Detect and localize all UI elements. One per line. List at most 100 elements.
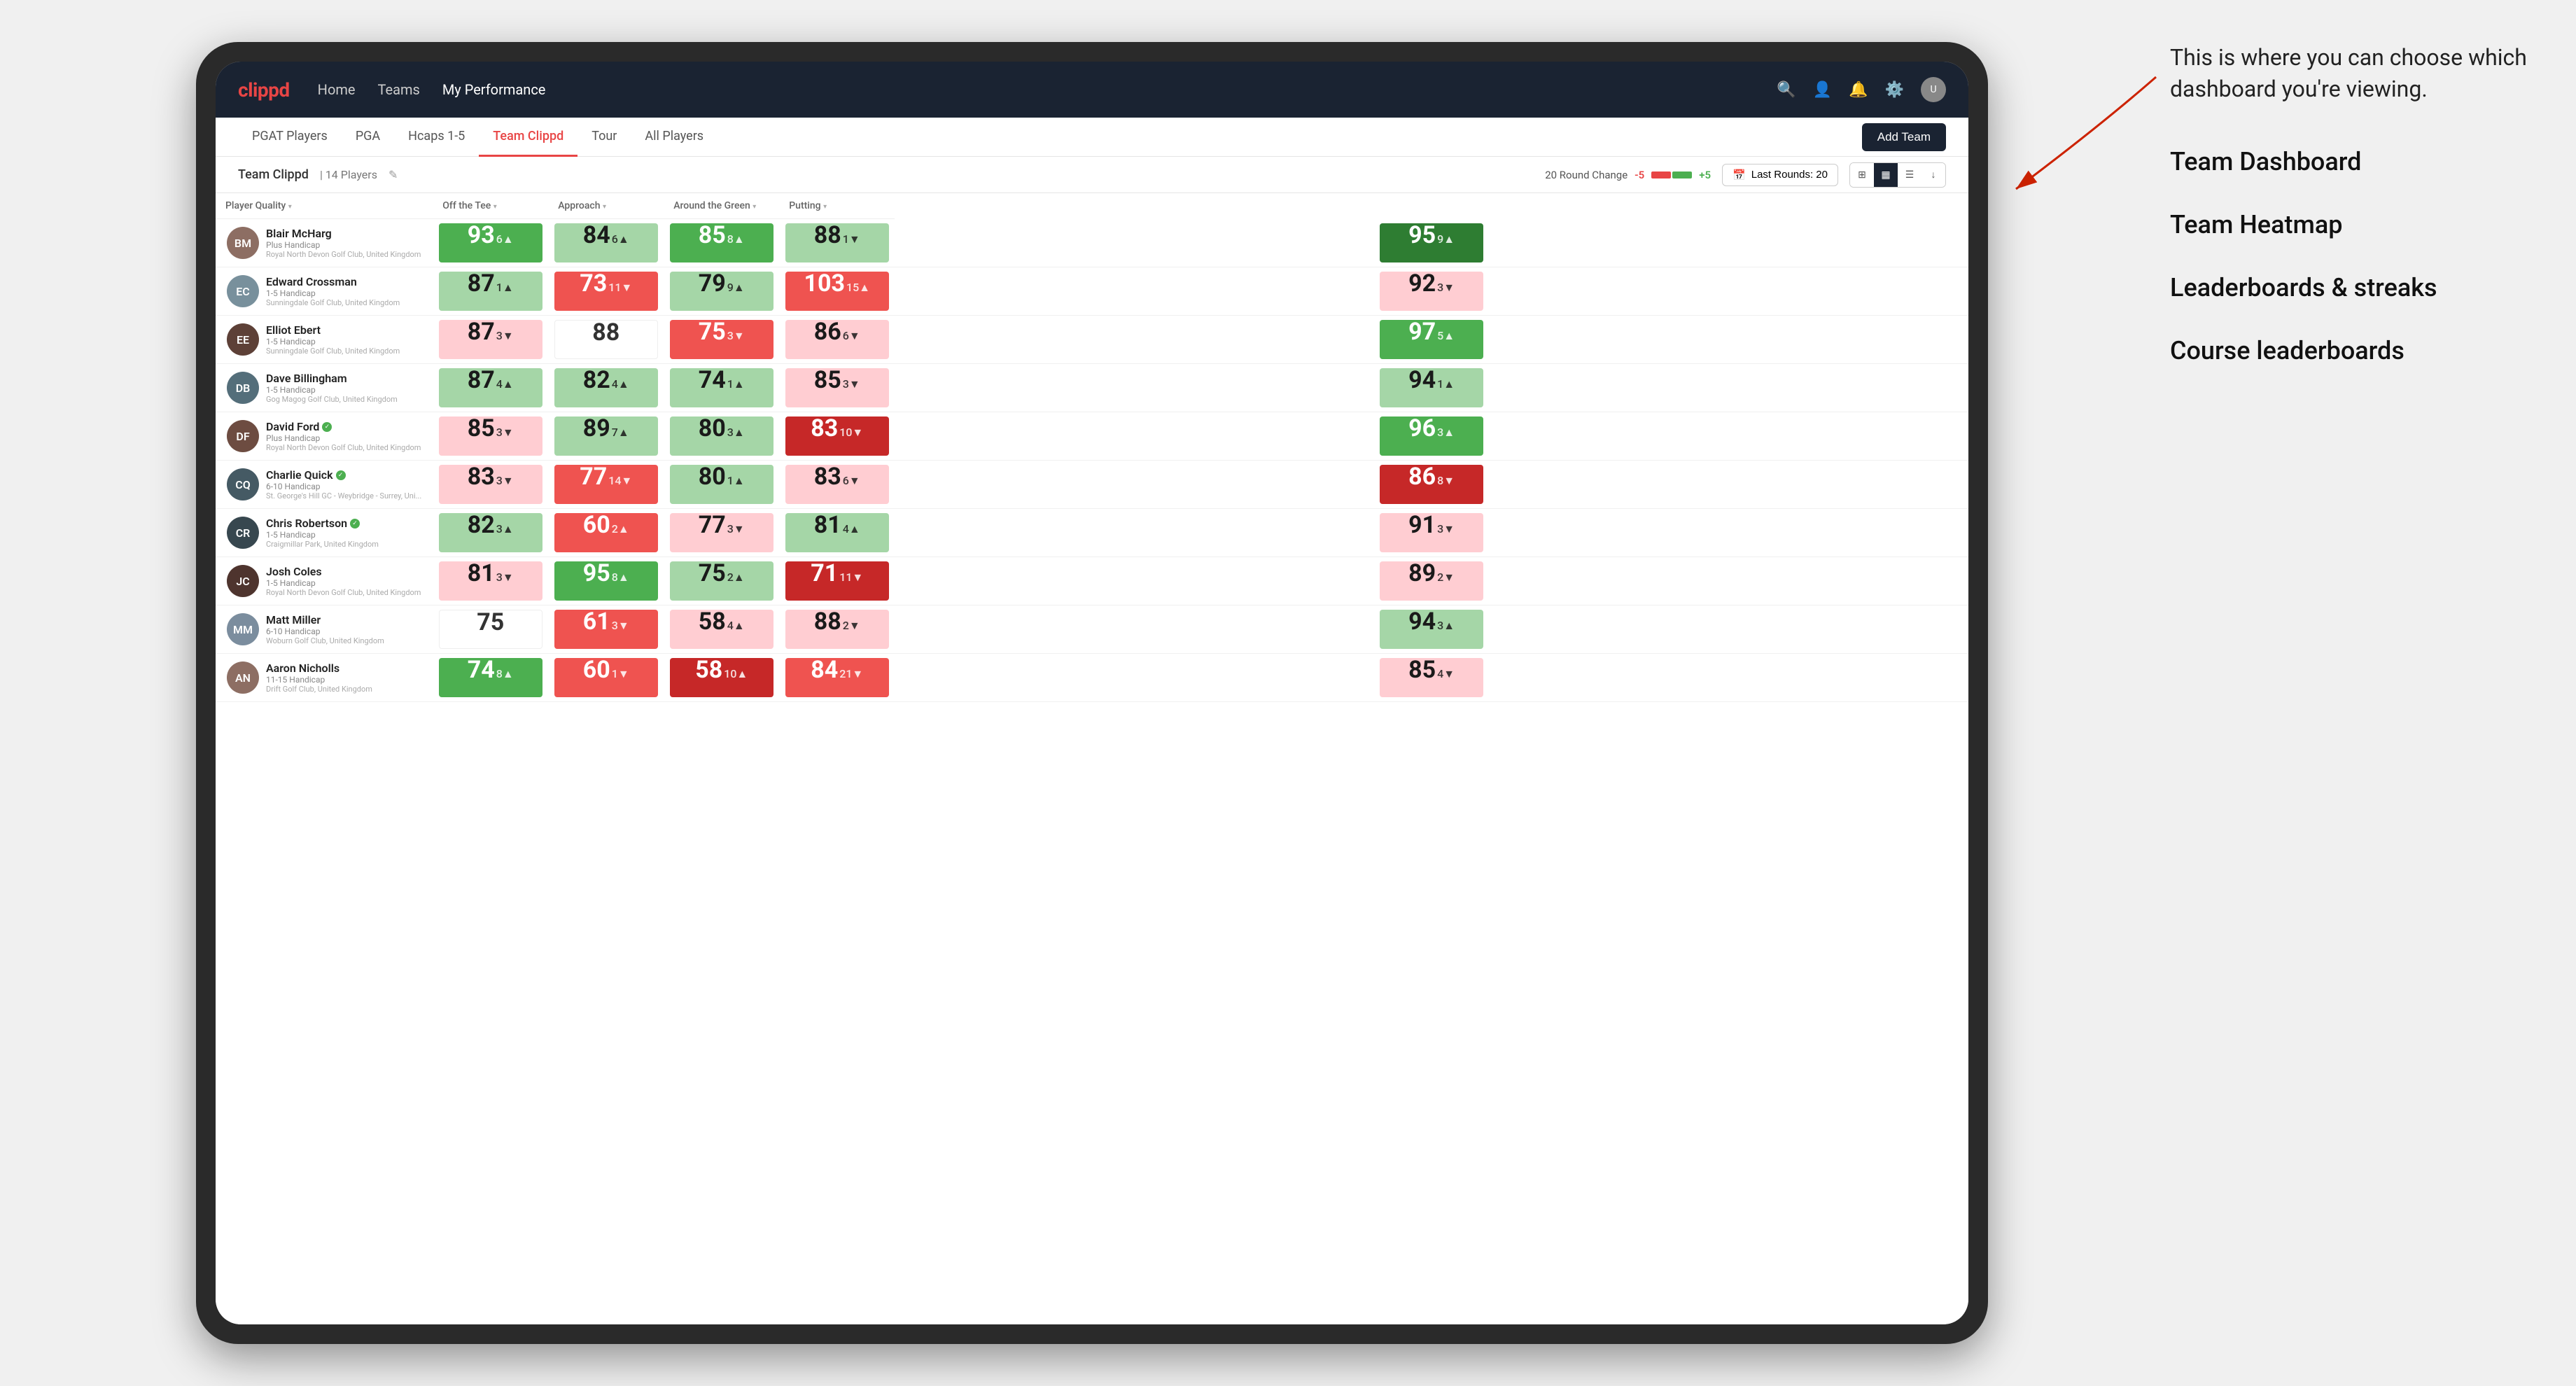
score-cell: 92 3▼ [895, 267, 1968, 316]
edit-icon[interactable]: ✎ [388, 168, 398, 181]
score-cell: 88 1▼ [779, 219, 895, 267]
table-row[interactable]: BM Blair McHarg Plus Handicap Royal Nort… [216, 219, 1968, 267]
score-cell: 85 8▲ [664, 219, 779, 267]
table-row[interactable]: EC Edward Crossman 1-5 Handicap Sunningd… [216, 267, 1968, 316]
player-club: Gog Magog Golf Club, United Kingdom [266, 395, 421, 404]
navbar-icons: 🔍 👤 🔔 ⚙️ U [1777, 77, 1946, 102]
player-cell: DB Dave Billingham 1-5 Handicap Gog Mago… [216, 364, 433, 412]
score-cell: 86 8▼ [895, 461, 1968, 509]
table-row[interactable]: DB Dave Billingham 1-5 Handicap Gog Mago… [216, 364, 1968, 412]
avatar[interactable]: U [1921, 77, 1946, 102]
player-name: Chris Robertson [266, 517, 347, 530]
score-cell: 103 15▲ [779, 267, 895, 316]
player-avatar: DB [227, 372, 259, 404]
grid-view-button[interactable]: ⊞ [1850, 163, 1874, 187]
score-cell: 83 6▼ [779, 461, 895, 509]
player-handicap: 6-10 Handicap [266, 626, 421, 636]
score-cell: 81 4▲ [779, 509, 895, 557]
col-header-around-green[interactable]: Around the Green ▾ [664, 193, 779, 219]
table-row[interactable]: CQ Charlie Quick ✓ 6-10 Handicap St. Geo… [216, 461, 1968, 509]
search-icon[interactable]: 🔍 [1777, 81, 1795, 99]
score-box: 94 3▲ [1380, 610, 1483, 649]
nav-items: Home Teams My Performance [318, 81, 1777, 98]
score-cell: 83 10▼ [779, 412, 895, 461]
player-handicap: 1-5 Handicap [266, 288, 421, 298]
table-row[interactable]: JC Josh Coles 1-5 Handicap Royal North D… [216, 557, 1968, 606]
nav-my-performance[interactable]: My Performance [442, 81, 546, 98]
col-header-approach[interactable]: Approach ▾ [548, 193, 664, 219]
player-avatar: EE [227, 323, 259, 356]
tab-pga[interactable]: PGA [342, 118, 394, 157]
table-row[interactable]: EE Elliot Ebert 1-5 Handicap Sunningdale… [216, 316, 1968, 364]
score-cell: 85 4▼ [895, 654, 1968, 702]
tab-all-players[interactable]: All Players [631, 118, 718, 157]
tab-hcaps[interactable]: Hcaps 1-5 [394, 118, 479, 157]
annotation-area: This is where you can choose which dashb… [2170, 42, 2534, 399]
nav-teams[interactable]: Teams [378, 81, 420, 98]
download-button[interactable]: ↓ [1921, 163, 1945, 187]
col-header-off-tee[interactable]: Off the Tee ▾ [433, 193, 548, 219]
player-details: Josh Coles 1-5 Handicap Royal North Devo… [266, 565, 421, 597]
player-details: David Ford ✓ Plus Handicap Royal North D… [266, 420, 421, 452]
change-bar [1651, 172, 1692, 178]
player-handicap: 1-5 Handicap [266, 530, 421, 540]
score-cell: 97 5▲ [895, 316, 1968, 364]
score-value: 81 [468, 561, 495, 585]
settings-icon[interactable]: ⚙️ [1885, 81, 1904, 99]
score-box: 83 10▼ [785, 416, 889, 456]
score-cell: 58 10▲ [664, 654, 779, 702]
person-icon[interactable]: 👤 [1813, 81, 1832, 99]
player-name: Elliot Ebert [266, 323, 321, 337]
tab-pgat-players[interactable]: PGAT Players [238, 118, 342, 157]
score-cell: 95 8▲ [548, 557, 664, 606]
player-avatar: JC [227, 565, 259, 597]
col-header-player[interactable]: Player Quality ▾ [216, 193, 433, 219]
score-value: 82 [583, 368, 610, 392]
view-toggle: ⊞ ▦ ☰ ↓ [1849, 162, 1946, 188]
tablet-frame: clippd Home Teams My Performance 🔍 👤 🔔 ⚙… [196, 42, 1988, 1344]
tab-tour[interactable]: Tour [578, 118, 631, 157]
player-info: EC Edward Crossman 1-5 Handicap Sunningd… [227, 275, 421, 307]
bell-icon[interactable]: 🔔 [1849, 81, 1868, 99]
player-handicap: 1-5 Handicap [266, 578, 421, 588]
score-value: 74 [468, 658, 495, 682]
annotation-intro: This is where you can choose which dashb… [2170, 42, 2534, 105]
score-cell: 95 9▲ [895, 219, 1968, 267]
player-cell: JC Josh Coles 1-5 Handicap Royal North D… [216, 557, 433, 606]
score-cell: 84 21▼ [779, 654, 895, 702]
score-value: 89 [583, 416, 610, 440]
score-cell: 87 1▲ [433, 267, 548, 316]
nav-home[interactable]: Home [318, 81, 356, 98]
table-row[interactable]: CR Chris Robertson ✓ 1-5 Handicap Craigm… [216, 509, 1968, 557]
player-cell: DF David Ford ✓ Plus Handicap Royal Nort… [216, 412, 433, 461]
rounds-icon: 📅 [1732, 169, 1746, 181]
last-rounds-button[interactable]: 📅 Last Rounds: 20 [1722, 164, 1838, 186]
logo: clippd [238, 78, 290, 102]
table-row[interactable]: AN Aaron Nicholls 11-15 Handicap Drift G… [216, 654, 1968, 702]
score-value: 84 [811, 658, 838, 682]
tab-team-clippd[interactable]: Team Clippd [479, 118, 578, 157]
player-avatar: BM [227, 227, 259, 259]
navbar: clippd Home Teams My Performance 🔍 👤 🔔 ⚙… [216, 62, 1968, 118]
player-cell: MM Matt Miller 6-10 Handicap Woburn Golf… [216, 606, 433, 654]
player-details: Blair McHarg Plus Handicap Royal North D… [266, 227, 421, 259]
score-value: 80 [699, 416, 726, 440]
col-header-putting[interactable]: Putting ▾ [779, 193, 895, 219]
score-box: 80 3▲ [670, 416, 774, 456]
score-box: 92 3▼ [1380, 272, 1483, 311]
score-cell: 96 3▲ [895, 412, 1968, 461]
score-box: 83 6▼ [785, 465, 889, 504]
score-box: 96 3▲ [1380, 416, 1483, 456]
table-row[interactable]: DF David Ford ✓ Plus Handicap Royal Nort… [216, 412, 1968, 461]
score-box: 83 3▼ [439, 465, 542, 504]
add-team-button[interactable]: Add Team [1862, 123, 1946, 151]
annotation-item: Leaderboards & streaks [2170, 273, 2534, 302]
table-view-button[interactable]: ▦ [1874, 163, 1898, 187]
score-box: 77 3▼ [670, 513, 774, 552]
list-view-button[interactable]: ☰ [1898, 163, 1921, 187]
score-box: 75 3▼ [670, 320, 774, 359]
table-row[interactable]: MM Matt Miller 6-10 Handicap Woburn Golf… [216, 606, 1968, 654]
score-cell: 82 4▲ [548, 364, 664, 412]
player-handicap: 1-5 Handicap [266, 337, 421, 346]
score-box: 82 3▲ [439, 513, 542, 552]
